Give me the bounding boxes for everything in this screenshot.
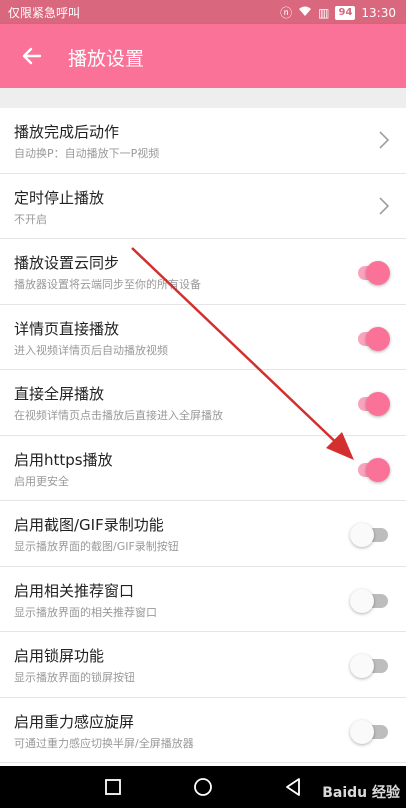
setting-title: 直接全屏播放 [14,385,105,403]
chevron-right-icon [379,196,390,215]
carrier-text: 仅限紧急呼叫 [8,6,81,20]
https-toggle[interactable] [350,457,390,482]
direct-fullscreen-toggle[interactable] [350,392,390,416]
settings-list: 播放完成后动作 自动换P：自动播放下一P视频 定时停止播放 不开启 播放设置云同… [0,108,406,766]
setting-https: 启用https播放 启用更安全 [0,436,406,501]
battery-icon: 94 [335,5,356,20]
setting-subtitle: 启用更安全 [14,474,69,488]
setting-detail-autoplay: 详情页直接播放 进入视频详情页后自动播放视频 [0,305,406,370]
setting-subtitle: 自动换P：自动播放下一P视频 [14,147,160,160]
setting-subtitle: 在视频详情页点击播放后直接进入全屏播放 [14,409,223,422]
status-bar: 仅限紧急呼叫 ⓝ ▥ 94 13:30 [0,0,406,24]
back-button[interactable] [14,38,50,74]
back-triangle-icon[interactable] [281,775,305,799]
wifi-icon [298,6,312,20]
detail-autoplay-toggle[interactable] [350,326,390,351]
setting-title: 启用重力感应旋屏 [14,712,135,731]
setting-subtitle: 显示播放界面的相关推荐窗口 [14,605,157,619]
setting-title: 启用相关推荐窗口 [14,581,135,600]
setting-title: 播放设置云同步 [14,254,120,272]
setting-subtitle: 播放器设置将云端同步至你的所有设备 [14,278,201,291]
setting-lock-screen: 启用锁屏功能 显示播放界面的锁屏按钮 [0,632,406,698]
setting-title: 启用https播放 [14,450,113,469]
status-icons: ⓝ ▥ 94 13:30 [280,4,396,21]
setting-related-window: 启用相关推荐窗口 显示播放界面的相关推荐窗口 [0,567,406,632]
back-arrow-icon [22,47,42,65]
setting-cloud-sync: 播放设置云同步 播放器设置将云端同步至你的所有设备 [0,239,406,305]
lock-screen-toggle[interactable] [350,654,390,678]
clock: 13:30 [361,5,396,20]
setting-subtitle: 进入视频详情页后自动播放视频 [14,343,168,357]
setting-title: 播放完成后动作 [14,123,120,141]
recents-icon[interactable] [101,775,125,799]
nfc-icon: ⓝ [280,6,293,20]
setting-subtitle: 显示播放界面的锁屏按钮 [14,671,135,684]
gravity-rotate-toggle[interactable] [350,719,390,744]
chevron-right-icon [379,131,390,149]
no-sim-icon: ▥ [318,5,330,20]
setting-title: 启用锁屏功能 [14,647,105,665]
related-window-toggle[interactable] [350,588,390,613]
cloud-sync-toggle[interactable] [350,261,390,285]
setting-after-playback[interactable]: 播放完成后动作 自动换P：自动播放下一P视频 [0,108,406,174]
setting-timed-stop[interactable]: 定时停止播放 不开启 [0,174,406,239]
setting-gravity-rotate: 启用重力感应旋屏 可通过重力感应切换半屏/全屏播放器 [0,698,406,763]
setting-subtitle: 不开启 [14,212,47,226]
setting-direct-fullscreen: 直接全屏播放 在视频详情页点击播放后直接进入全屏播放 [0,370,406,436]
system-nav-bar: Baidu 经验 [0,766,406,808]
home-icon[interactable] [191,775,215,799]
screenshot-gif-toggle[interactable] [350,523,390,547]
setting-title: 详情页直接播放 [14,319,120,338]
setting-screenshot-gif: 启用截图/GIF录制功能 显示播放界面的截图/GIF录制按钮 [0,501,406,567]
page-title: 播放设置 [68,48,145,70]
app-bar: 播放设置 [0,24,406,88]
setting-subtitle: 可通过重力感应切换半屏/全屏播放器 [14,736,194,750]
section-gap [0,88,406,108]
setting-title: 定时停止播放 [14,188,105,207]
watermark: Baidu 经验 [322,785,400,801]
setting-subtitle: 显示播放界面的截图/GIF录制按钮 [14,540,179,553]
setting-title: 启用截图/GIF录制功能 [14,516,164,534]
